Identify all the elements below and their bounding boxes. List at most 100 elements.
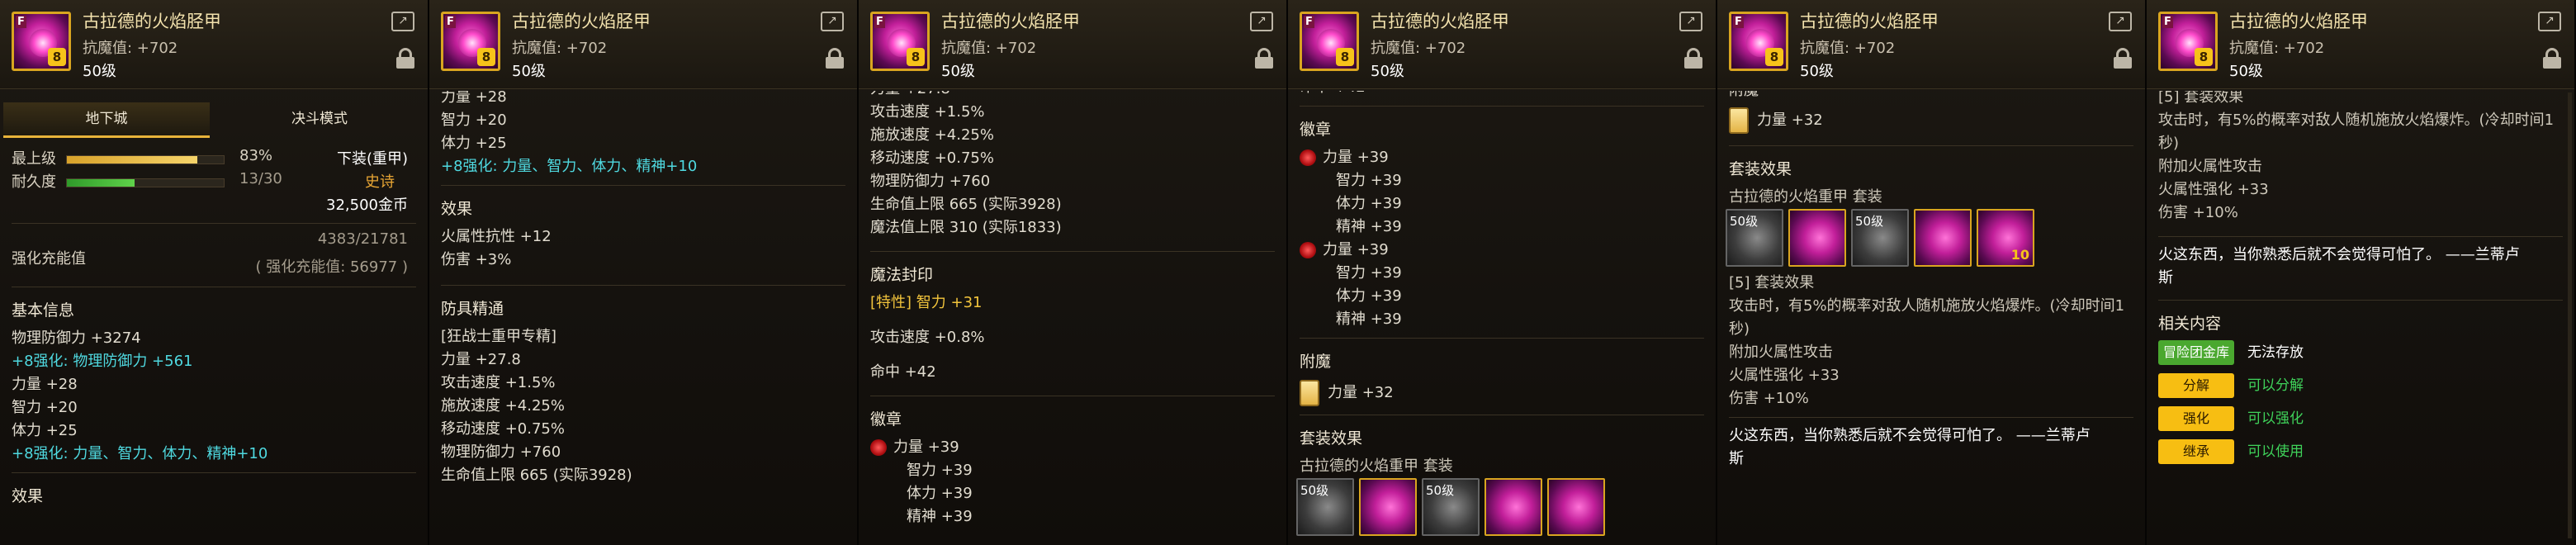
tooltip-panel-2: F8 古拉德的火焰胫甲 抗魔值: +702 50级 ↗ 力量 +28 智力 +2… [429,0,859,545]
reinforce-title-row: 强化充能值 ( 强化充能值: 56977 ) [0,250,428,280]
effect-title: 效果 [441,200,473,218]
stat-line: 物理防御力 +3274 [12,329,141,347]
seal-line: [特性] 智力 +31 [870,294,983,311]
item-name: 古拉德的火焰胫甲 [512,12,651,31]
inherit-button[interactable]: 继承 [2158,439,2234,464]
lock-icon[interactable] [826,48,844,69]
item-header: F8 古拉德的火焰胫甲 抗魔值: +702 50级 ↗ [859,0,1286,89]
share-icon[interactable]: ↗ [2109,12,2132,31]
set-count: [5] 套装效果 [1729,274,1815,291]
stat-line: 力量 +28 [12,376,78,393]
set-item-icon[interactable] [1547,478,1605,536]
set-item-icon[interactable] [1788,209,1846,267]
lock-icon[interactable] [2543,48,2561,69]
tab-duel[interactable]: 决斗模式 [216,102,423,135]
share-icon[interactable]: ↗ [2538,12,2561,31]
emblem-icon [1300,149,1316,166]
tooltip-body: 力量 +27.8 攻击速度 +1.5% 施放速度 +4.25% 移动速度 +0.… [859,91,1286,545]
adventure-vault-button[interactable]: 冒险团金库 [2158,340,2234,365]
price-row: 32,500金币 [0,193,428,216]
item-icon: F8 [2158,12,2218,71]
item-name: 古拉德的火焰胫甲 [2229,12,2368,31]
item-stat: 抗魔值: +702 [512,40,608,57]
set-item-icon[interactable]: 50级 [1422,478,1480,536]
related-list: 冒险团金库 无法存放 分解 可以分解 强化 可以强化 继承 可以使用 [2147,340,2574,481]
card-icon [1300,380,1319,406]
set-title: 套装效果 [1729,160,1792,178]
emblem-title: 徽章 [870,410,902,429]
related-status: 可以分解 [2247,377,2304,394]
item-header: F8 古拉德的火焰胫甲 抗魔值: +702 50级 ↗ [1288,0,1716,89]
share-icon[interactable]: ↗ [1250,12,1273,31]
set-item-icon[interactable]: 50级 [1851,209,1909,267]
set-name: 古拉德的火焰重甲 套装 [1729,188,1882,206]
stat-line: +8强化: 力量、智力、体力、精神+10 [441,158,698,175]
emblem-line: 力量 +39 [1288,146,1716,169]
item-name: 古拉德的火焰胫甲 [83,12,221,31]
share-icon[interactable]: ↗ [1679,12,1702,31]
tooltip-body: 命中 +42 徽章 力量 +39 智力 +39 体力 +39 精神 +39 力量… [1288,91,1716,545]
lock-icon[interactable] [396,48,414,69]
emblem-line: 精神 +39 [1336,310,1402,328]
set-item-icon[interactable]: 10 [1977,209,2034,267]
set-line: 火属性强化 +33 [1729,367,1840,384]
set-item-icon[interactable]: 50级 [1726,209,1783,267]
flavor-text: 火这东西，当你熟悉后就不会觉得可怕了。 ——兰蒂卢 [2158,246,2520,263]
flavor-text: 斯 [2158,269,2173,287]
share-icon[interactable]: ↗ [391,12,414,31]
tooltip-panel-6: F8 古拉德的火焰胫甲 抗魔值: +702 50级 ↗ [5] 套装效果 攻击时… [2147,0,2576,545]
item-icon: F8 [1729,12,1788,71]
enchant-line: 力量 +32 [1288,378,1716,408]
set-desc: 攻击时，有5%的概率对敌人随机施放火焰爆炸。(冷却时间1 [2158,111,2555,129]
set-name: 古拉德的火焰重甲 套装 [1300,457,1453,475]
card-icon [1729,107,1749,134]
set-item-icon[interactable] [1914,209,1972,267]
item-icon: F8 [1300,12,1359,71]
mastery-line: 物理防御力 +760 [870,173,991,190]
set-item-icon[interactable] [1485,478,1542,536]
emblem-line: 智力 +39 [907,462,973,479]
disassemble-button[interactable]: 分解 [2158,373,2234,398]
mastery-title: 防具精通 [441,300,504,318]
set-item-icon[interactable] [1359,478,1417,536]
set-item-icon[interactable]: 50级 [1296,478,1354,536]
stat-line: 体力 +25 [441,135,507,152]
tooltip-panel-1: F8 古拉德的火焰胫甲 抗魔值: +702 50级 ↗ 地下城 决斗模式 最上级… [0,0,429,545]
tooltip-body: 力量 +28 智力 +20 体力 +25 +8强化: 力量、智力、体力、精神+1… [429,91,857,545]
item-stat: 抗魔值: +702 [1800,40,1896,57]
mastery-line: 移动速度 +0.75% [870,149,994,167]
mastery-line: 移动速度 +0.75% [441,420,565,438]
tooltip-panel-5: F8 古拉德的火焰胫甲 抗魔值: +702 50级 ↗ 附魔 力量 +32 套装… [1717,0,2147,545]
tab-dungeon[interactable]: 地下城 [3,102,210,138]
mastery-line: 施放速度 +4.25% [441,397,565,415]
item-header: F8 古拉德的火焰胫甲 抗魔值: +702 50级 ↗ [1717,0,2145,89]
set-title: 套装效果 [1300,429,1363,448]
seal-line: 命中 +42 [870,363,936,381]
durability-value: 13/30 [239,170,282,187]
reinforce-sub: ( 强化充能值: 56977 ) [255,258,408,276]
mastery-line: 施放速度 +4.25% [870,126,994,144]
basic-info-title: 基本信息 [12,301,75,320]
flavor-text: 斯 [1729,450,1744,467]
stat-line: 力量 +28 [441,91,507,106]
lock-icon[interactable] [2114,48,2132,69]
item-level: 50级 [83,63,116,80]
item-header: F8 古拉德的火焰胫甲 抗魔值: +702 50级 ↗ [2147,0,2574,89]
reinforce-button[interactable]: 强化 [2158,406,2234,431]
grade-row: 最上级 83% 下装(重甲) [0,147,428,170]
reinforce-value: 4383/21781 [317,230,408,248]
emblem-line: 精神 +39 [907,508,973,525]
lock-icon[interactable] [1255,48,1273,69]
mastery-line: [狂战士重甲专精] [441,328,557,345]
item-icon: F8 [12,12,71,71]
share-icon[interactable]: ↗ [821,12,844,31]
stat-line: +8强化: 物理防御力 +561 [12,353,193,370]
item-level: 50级 [2229,63,2263,80]
item-stat: 抗魔值: +702 [2229,40,2325,57]
item-icon: F8 [870,12,930,71]
emblem-title: 徽章 [1300,121,1332,139]
lock-icon[interactable] [1684,48,1702,69]
item-stat: 抗魔值: +702 [1371,40,1466,57]
tooltip-panel-3: F8 古拉德的火焰胫甲 抗魔值: +702 50级 ↗ 力量 +27.8 攻击速… [859,0,1288,545]
grade-bar [66,155,225,164]
